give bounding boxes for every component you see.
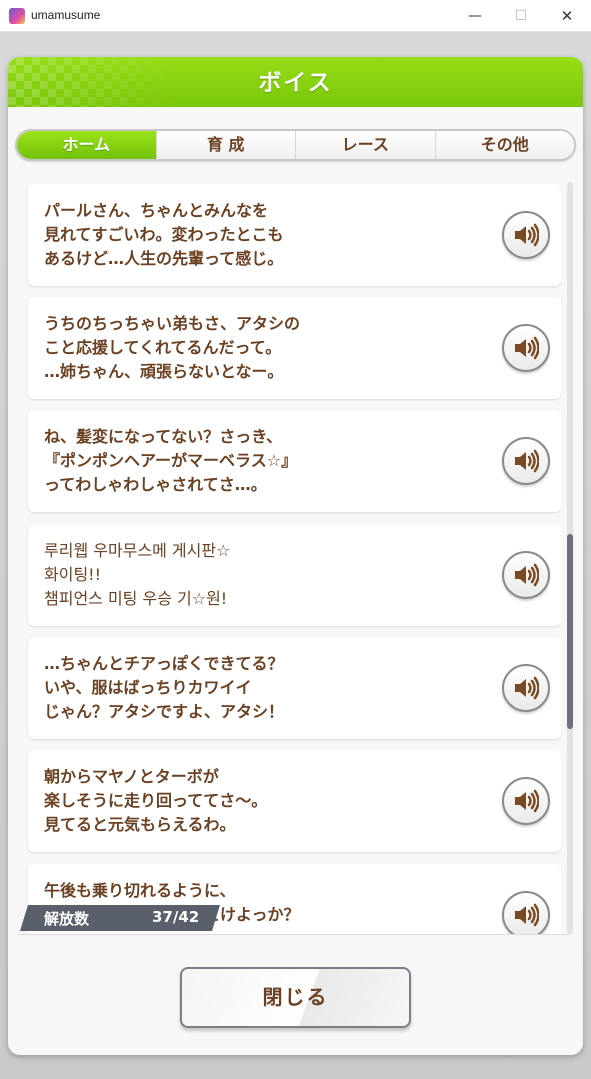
voice-line: 朝からマヤノとターボが	[44, 767, 219, 786]
speaker-icon	[515, 223, 539, 247]
voice-text: 朝からマヤノとターボが 楽しそうに走り回っててさ～。 見てると元気もらえるわ。	[44, 765, 484, 837]
dialog-title: ボイス	[258, 70, 333, 96]
unlock-label: 解放数	[44, 910, 90, 928]
play-voice-button[interactable]	[502, 211, 550, 259]
voice-line: 루리웹 우마무스메 게시판☆	[44, 541, 231, 560]
voice-line: 『ポンポンヘアーがマーベラス☆』	[44, 451, 298, 470]
voice-text: …ちゃんとチアっぽくできてる？ いや、服はばっちりカワイイ じゃん？アタシですよ…	[44, 652, 484, 724]
unlock-count-badge: 解放数 37/42	[20, 905, 220, 931]
voice-text: パールさん、ちゃんとみんなを 見れてすごいわ。変わったとこも あるけど…人生の先…	[44, 199, 484, 271]
voice-line: いや、服はばっちりカワイイ	[44, 678, 252, 697]
voice-line: 見れてすごいわ。変わったとこも	[44, 225, 284, 244]
voice-item: ね、髪変になってない？さっき、 『ポンポンヘアーがマーベラス☆』 ってわしゃわし…	[28, 410, 561, 512]
voice-text: ね、髪変になってない？さっき、 『ポンポンヘアーがマーベラス☆』 ってわしゃわし…	[44, 425, 484, 497]
app-icon	[9, 8, 25, 24]
dialog-header: ボイス	[8, 57, 583, 107]
voice-line: 화이팅!!	[44, 565, 101, 584]
voice-line: ね、髪変になってない？さっき、	[44, 427, 283, 446]
window-titlebar: umamusume — ☐ ✕	[0, 0, 591, 32]
play-voice-button[interactable]	[502, 664, 550, 712]
window-title: umamusume	[31, 8, 101, 22]
play-voice-button[interactable]	[502, 777, 550, 825]
tab-other[interactable]: その他	[435, 131, 574, 159]
voice-item: 루리웹 우마무스메 게시판☆ 화이팅!! 챔피언스 미팅 우승 기☆원!	[28, 524, 561, 626]
voice-line: 午後も乗り切れるように、	[44, 881, 236, 900]
close-window-button[interactable]: ✕	[552, 4, 582, 28]
tab-race[interactable]: レース	[296, 131, 436, 159]
category-tabs: ホーム 育 成 レース その他	[15, 129, 576, 161]
play-voice-button[interactable]	[502, 324, 550, 372]
speaker-icon	[515, 563, 539, 587]
close-button[interactable]: 閉じる	[180, 967, 411, 1028]
voice-line: 見てると元気もらえるわ。	[44, 815, 236, 834]
voice-item: うちのちっちゃい弟もさ、アタシの こと応援してくれてるんだって。 …姉ちゃん、頑…	[28, 297, 561, 399]
voice-text: 루리웹 우마무스메 게시판☆ 화이팅!! 챔피언스 미팅 우승 기☆원!	[44, 539, 484, 611]
voice-line: じゃん？アタシですよ、アタシ！	[44, 702, 285, 721]
voice-line: パールさん、ちゃんとみんなを	[44, 201, 269, 220]
voice-line: …姉ちゃん、頑張らないとなー。	[44, 362, 284, 381]
voice-line: ってわしゃわしゃされてさ…。	[44, 475, 267, 494]
play-voice-button[interactable]	[502, 551, 550, 599]
voice-line: こと応援してくれてるんだって。	[44, 338, 282, 357]
speaker-icon	[515, 789, 539, 813]
voice-item: …ちゃんとチアっぽくできてる？ いや、服はばっちりカワイイ じゃん？アタシですよ…	[28, 637, 561, 739]
voice-line: 챔피언스 미팅 우승 기☆원!	[44, 589, 228, 608]
voice-line: あるけど…人生の先輩って感じ。	[44, 249, 284, 268]
voice-text: うちのちっちゃい弟もさ、アタシの こと応援してくれてるんだって。 …姉ちゃん、頑…	[44, 312, 484, 384]
unlock-count: 37/42	[152, 908, 200, 926]
voice-item: 朝からマヤノとターボが 楽しそうに走り回っててさ～。 見てると元気もらえるわ。	[28, 750, 561, 852]
speaker-icon	[515, 336, 539, 360]
divider	[18, 934, 571, 935]
tab-training[interactable]: 育 成	[156, 131, 296, 159]
speaker-icon	[515, 903, 539, 927]
speaker-icon	[515, 676, 539, 700]
maximize-button[interactable]: ☐	[506, 4, 536, 28]
scrollbar-track[interactable]	[567, 182, 573, 934]
speaker-icon	[515, 449, 539, 473]
voice-line: …ちゃんとチアっぽくできてる？	[44, 654, 284, 673]
tab-home[interactable]: ホーム	[17, 131, 157, 159]
voice-line: 楽しそうに走り回っててさ～。	[44, 791, 268, 810]
voice-dialog: ボイス ホーム 育 成 レース その他 パールさん、ちゃんとみんなを 見れてすご…	[8, 57, 583, 1055]
voice-line: うちのちっちゃい弟もさ、アタシの	[44, 314, 301, 333]
voice-item: パールさん、ちゃんとみんなを 見れてすごいわ。変わったとこも あるけど…人生の先…	[28, 184, 561, 286]
scrollbar-thumb[interactable]	[567, 534, 573, 729]
voice-list[interactable]: パールさん、ちゃんとみんなを 見れてすごいわ。変わったとこも あるけど…人生の先…	[18, 170, 561, 934]
play-voice-button[interactable]	[502, 891, 550, 934]
minimize-button[interactable]: —	[460, 4, 490, 28]
play-voice-button[interactable]	[502, 437, 550, 485]
